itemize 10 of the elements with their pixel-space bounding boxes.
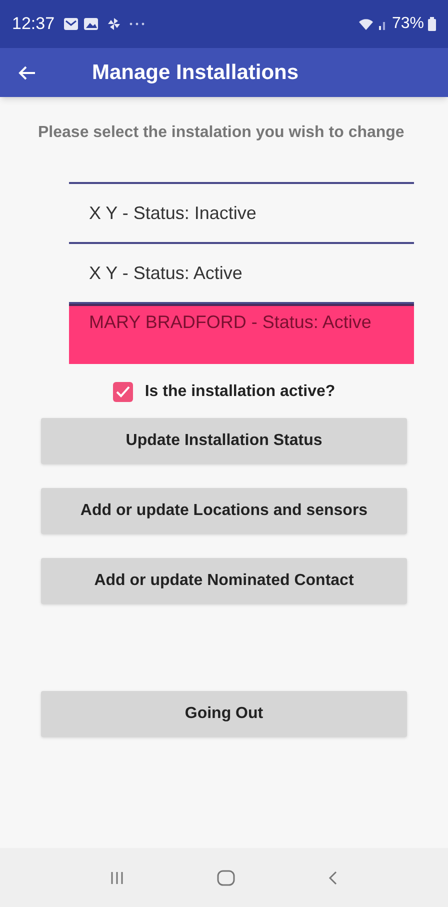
status-time: 12:37	[12, 13, 55, 36]
action-button[interactable]: Going Out	[41, 691, 407, 737]
installation-item[interactable]: X Y - Status: Inactive	[69, 184, 414, 244]
action-button[interactable]: Add or update Nominated Contact	[41, 558, 407, 604]
checkbox-label: Is the installation active?	[144, 382, 336, 402]
action-button[interactable]: Add or update Locations and sensors	[41, 488, 407, 534]
action-button[interactable]: Update Installation Status	[41, 418, 407, 464]
prompt-text: Please select the instalation you wish to change	[38, 123, 406, 143]
app-bar-title: Manage Installations	[92, 60, 299, 86]
battery-percent: 73%	[392, 14, 424, 34]
